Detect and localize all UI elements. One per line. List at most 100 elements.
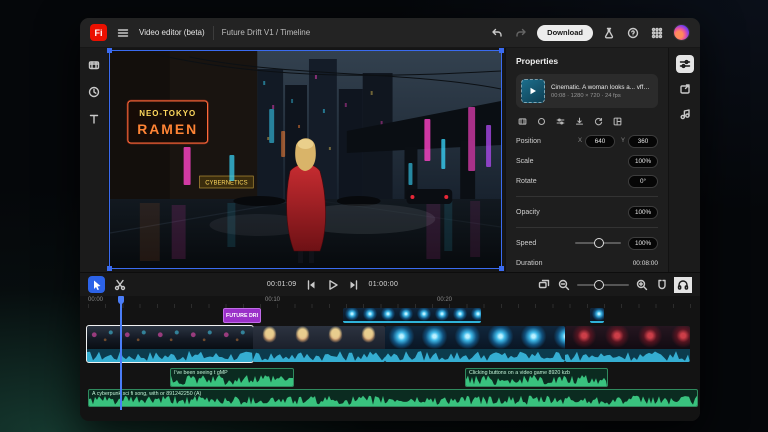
play-button[interactable]	[326, 278, 340, 292]
timeline-ruler[interactable]: 00:0000:1000:20	[80, 296, 700, 308]
duration-row: Duration 00:08:00	[516, 253, 658, 272]
clip-thumbnail	[120, 326, 153, 349]
extract-audio-icon[interactable]	[574, 116, 585, 127]
media-tool-icon[interactable]	[85, 56, 103, 74]
selection-handle[interactable]	[107, 48, 112, 53]
firefly-logo[interactable]: Fi	[90, 24, 107, 41]
opacity-label: Opacity	[516, 209, 628, 216]
scale-input[interactable]: 100%	[628, 155, 658, 168]
duration-value: 00:08:00	[633, 260, 658, 267]
clip-thumbnail	[484, 326, 517, 349]
layout-icon[interactable]	[612, 116, 623, 127]
clip-thumbnail	[352, 326, 385, 349]
snap-icon[interactable]	[655, 278, 668, 291]
timeline-overlay-clip[interactable]	[590, 308, 604, 323]
timeline-title-clip[interactable]: FUTURE DRI	[223, 308, 261, 323]
opacity-input[interactable]: 100%	[628, 206, 658, 219]
clip-actions	[517, 116, 658, 127]
scale-label: Scale	[516, 158, 628, 165]
properties-panel: Properties Cinematic. A woman looks a...…	[505, 48, 668, 272]
scale-row: Scale 100%	[516, 151, 658, 171]
app-title: Video editor (beta)	[139, 28, 205, 37]
zoom-out-icon[interactable]	[557, 278, 571, 292]
clip-thumbnail	[451, 326, 484, 349]
headphones-icon[interactable]	[674, 277, 692, 293]
ruler-tick-label: 00:00	[88, 297, 103, 303]
selection-handle[interactable]	[499, 48, 504, 53]
breadcrumb[interactable]: Future Drift V1 / Timeline	[222, 28, 310, 37]
help-icon[interactable]	[625, 25, 641, 41]
text-tool-icon[interactable]	[85, 110, 103, 128]
clip-thumbnail	[286, 326, 319, 349]
properties-tab-icon[interactable]	[676, 55, 694, 73]
export-frame-icon[interactable]	[676, 80, 694, 98]
timeline-overlay-clip[interactable]	[343, 308, 481, 323]
position-y-input[interactable]: 360	[628, 135, 658, 148]
clip-thumbnail	[521, 79, 545, 103]
zoom-in-icon[interactable]	[635, 278, 649, 292]
undo-icon[interactable]	[489, 25, 505, 41]
redo-icon[interactable]	[513, 25, 529, 41]
filmstrip-icon[interactable]	[517, 116, 528, 127]
speed-slider[interactable]	[575, 242, 621, 244]
clip-thumbnail	[590, 308, 604, 321]
rotate-label: Rotate	[516, 178, 628, 185]
right-toolbar	[668, 48, 700, 272]
clip-thumbnail	[361, 308, 379, 321]
playhead[interactable]	[120, 296, 122, 410]
timeline-video-clip[interactable]	[87, 326, 253, 362]
select-tool[interactable]	[88, 276, 105, 293]
clip-thumbnail	[433, 308, 451, 321]
timeline-audio-clip[interactable]: I've been seeing t gMP	[170, 368, 294, 387]
timeline-video-clip[interactable]	[253, 326, 385, 362]
track-overlay: FUTURE DRI	[80, 308, 700, 323]
speed-label: Speed	[516, 240, 575, 247]
audio-tab-icon[interactable]	[676, 105, 694, 123]
position-row: Position X 640 Y 360	[516, 131, 658, 151]
timeline-toolbar: 00:01:09 01:00:00	[80, 272, 700, 296]
apps-grid-icon[interactable]	[649, 25, 665, 41]
split-scissors-tool[interactable]	[111, 276, 128, 293]
hamburger-menu-icon[interactable]	[115, 25, 131, 41]
step-forward-icon[interactable]	[348, 278, 361, 291]
clip-thumbnail	[253, 326, 286, 349]
opacity-row: Opacity 100%	[516, 202, 658, 222]
clip-thumbnail	[631, 326, 664, 349]
mask-circle-icon[interactable]	[536, 116, 547, 127]
clip-thumbnail	[550, 326, 565, 349]
clip-thumbnail	[319, 326, 352, 349]
clip-thumbnail	[517, 326, 550, 349]
audio-clip-label: Clicking buttons on a video game 8920 kz…	[469, 370, 604, 376]
fit-timeline-icon[interactable]	[537, 278, 551, 292]
timeline-audio-clip[interactable]: Clicking buttons on a video game 8920 kz…	[465, 368, 608, 387]
selection-handle[interactable]	[499, 266, 504, 271]
audio-clip-label: A cyberpunk sci fi song, with or 8912422…	[92, 391, 694, 397]
current-timecode: 00:01:09	[267, 281, 297, 288]
history-clock-icon[interactable]	[85, 83, 103, 101]
timeline-zoom-slider[interactable]	[577, 284, 629, 286]
clip-thumbnail	[379, 308, 397, 321]
timeline-audio-clip[interactable]: A cyberpunk sci fi song, with or 8912422…	[88, 389, 698, 407]
divider	[213, 26, 214, 40]
clip-thumbnail	[565, 326, 598, 349]
rotate-input[interactable]: 0°	[628, 175, 658, 188]
adjust-icon[interactable]	[555, 116, 566, 127]
position-x-input[interactable]: 640	[585, 135, 615, 148]
selected-clip-card[interactable]: Cinematic. A woman looks a... vffgenvid …	[516, 74, 658, 108]
selection-handle[interactable]	[107, 266, 112, 271]
beaker-icon[interactable]	[601, 25, 617, 41]
clip-thumbnail	[397, 308, 415, 321]
avatar[interactable]	[673, 24, 690, 41]
step-back-icon[interactable]	[305, 278, 318, 291]
timeline-video-clip[interactable]	[385, 326, 565, 362]
download-button[interactable]: Download	[537, 25, 593, 41]
regenerate-icon[interactable]	[593, 116, 604, 127]
timeline-video-clip[interactable]	[565, 326, 690, 362]
ruler-tick-label: 00:10	[265, 297, 280, 303]
duration-label: Duration	[516, 260, 633, 267]
app-window: Fi Video editor (beta) Future Drift V1 /…	[80, 18, 700, 421]
track-video	[80, 326, 700, 362]
video-preview[interactable]: NEO-TOKYO RAMEN CYBERNETICS	[109, 50, 502, 269]
speed-input[interactable]: 100%	[628, 237, 658, 250]
timeline[interactable]: 00:0000:1000:20 FUTURE DRI I've been see…	[80, 296, 700, 421]
